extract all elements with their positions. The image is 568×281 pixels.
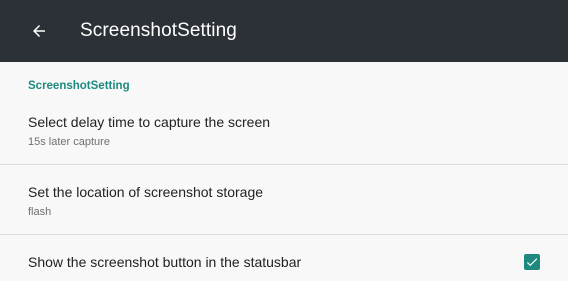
settings-content: ScreenshotSetting Select delay time to c… (0, 62, 568, 281)
app-bar: ScreenshotSetting (0, 0, 568, 62)
preference-title: Set the location of screenshot storage (28, 184, 264, 200)
section-header: ScreenshotSetting (28, 80, 130, 92)
back-button[interactable] (28, 20, 50, 42)
preference-title: Select delay time to capture the screen (28, 114, 271, 130)
arrow-back-icon (33, 25, 45, 37)
app-bar-title: ScreenshotSetting (80, 20, 237, 41)
preference-title: Show the screenshot button in the status… (28, 254, 302, 270)
delay-time-preference[interactable]: Select delay time to capture the screen … (0, 100, 568, 162)
statusbar-button-checkbox[interactable] (524, 254, 540, 270)
statusbar-button-preference[interactable]: Show the screenshot button in the status… (0, 235, 568, 281)
preference-summary: flash (28, 206, 52, 218)
screenshot-settings-screen: ScreenshotSetting ScreenshotSetting Sele… (0, 0, 568, 281)
checkbox-checked-icon (526, 258, 538, 267)
preference-summary: 15s later capture (28, 136, 110, 148)
storage-location-preference[interactable]: Set the location of screenshot storage f… (0, 165, 568, 234)
